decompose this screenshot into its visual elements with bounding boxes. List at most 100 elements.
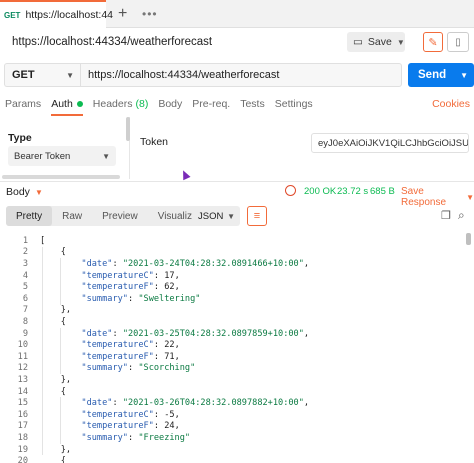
headers-count: (8) [135,98,149,110]
tab-tests[interactable]: Tests [235,93,270,115]
type-label: Type [8,132,32,144]
code-text: "temperatureF": 24, [40,421,179,432]
code-scrollbar[interactable] [466,233,471,245]
code-line: 12 "summary": "Scorching" [0,363,466,375]
json-colon: : [153,270,165,281]
document-icon[interactable]: ▯ [447,32,469,52]
line-number: 1 [22,235,28,246]
save-button[interactable]: ▭ Save ▼ [347,32,405,52]
line-number: 14 [17,386,28,397]
tab-auth[interactable]: Auth [46,93,88,116]
auth-type-value: Bearer Token [14,150,71,162]
panel-divider[interactable] [0,181,474,182]
chevron-down-icon[interactable]: ▼ [397,38,405,47]
auth-panel-hscrollbar[interactable] [2,175,120,179]
response-body-select[interactable]: Body ▼ [6,186,43,198]
line-number: 20 [17,456,28,463]
url-value: https://localhost:44334/weatherforecast [88,69,280,81]
chevron-down-icon: ▼ [102,151,110,161]
code-line: 3 "date": "2021-03-24T04:28:32.0891466+1… [0,258,466,270]
json-punctuation: }, [40,305,72,316]
code-text: "summary": "Sweltering" [40,294,200,304]
tab-headers[interactable]: Headers (8) [88,93,154,115]
code-line: 19 }, [0,444,466,456]
copy-icon[interactable]: ❐ [441,209,453,222]
json-colon: : [112,328,123,339]
code-text: [ [40,236,45,246]
chevron-down-icon: ▼ [466,192,474,202]
chevron-down-icon[interactable]: ▼ [460,71,468,80]
token-value: eyJ0eXAiOiJKV1QiLCJhbGciOiJSUzI1N [318,137,469,149]
code-text: { [40,387,66,397]
url-input[interactable]: https://localhost:44334/weatherforecast [80,63,402,87]
line-number: 2 [22,247,28,258]
line-number: 16 [17,409,28,420]
auth-type-select[interactable]: Bearer Token ▼ [8,146,116,166]
json-comma: , [174,340,180,351]
line-number: 11 [17,351,28,362]
line-number: 9 [22,328,28,339]
line-number: 8 [22,316,28,327]
globe-icon[interactable] [285,185,296,196]
response-code-viewer[interactable]: 1[2 {3 "date": "2021-03-24T04:28:32.0891… [0,233,466,463]
token-input[interactable]: eyJ0eXAiOiJKV1QiLCJhbGciOiJSUzI1N [311,133,469,153]
json-key: "temperatureF" [81,421,154,432]
json-value: 22 [164,340,175,351]
view-tab-preview[interactable]: Preview [92,206,148,226]
code-line: 11 "temperatureF": 71, [0,351,466,363]
json-comma: , [303,258,310,269]
save-icon: ▭ [353,36,363,48]
send-button[interactable]: Send ▼ [408,63,474,87]
line-number: 10 [17,340,28,351]
request-tab[interactable]: GET https://localhost:44 [0,0,113,28]
json-value: -5 [164,409,175,420]
code-line: 15 "date": "2021-03-26T04:28:32.0897882+… [0,397,466,409]
view-tab-raw[interactable]: Raw [52,206,92,226]
code-text: "temperatureC": -5, [40,409,179,420]
wrap-lines-icon[interactable]: ≡ [247,206,267,226]
json-value: "Sweltering" [138,293,201,304]
json-punctuation: [ [40,235,46,246]
tab-title: https://localhost:44 [25,9,114,21]
json-colon: : [153,409,165,420]
code-line: 20 { [0,455,466,463]
json-colon: : [112,398,123,409]
tab-settings[interactable]: Settings [270,93,318,115]
code-text: "temperatureF": 71, [40,351,179,362]
code-line: 2 { [0,247,466,259]
chevron-down-icon: ▼ [34,187,43,197]
auth-panel-scrollbar[interactable] [126,117,130,141]
format-value: JSON [198,210,224,222]
request-title: https://localhost:44334/weatherforecast [12,36,213,48]
json-punctuation: { [40,247,66,258]
new-tab-icon[interactable]: + [118,5,127,23]
more-tabs-icon[interactable]: ••• [142,7,158,21]
search-icon[interactable]: ⌕ [458,208,465,223]
view-tab-pretty[interactable]: Pretty [6,206,53,226]
edit-icon[interactable]: ✎ [423,32,443,52]
code-text: }, [40,305,71,315]
response-time: 23.72 s [337,186,369,197]
save-label: Save [367,36,392,48]
code-line: 18 "summary": "Freezing" [0,432,466,444]
json-value: 71 [164,351,175,362]
json-key: "date" [81,328,113,339]
code-line: 6 "summary": "Sweltering" [0,293,466,305]
tab-body[interactable]: Body [153,93,187,115]
response-view-tabs: Pretty Raw Preview Visualize [6,206,208,226]
json-punctuation: { [40,386,66,397]
format-select[interactable]: JSON ▼ [192,206,240,226]
method-select[interactable]: GET ▼ [4,63,80,87]
tab-params[interactable]: Params [0,93,46,115]
chevron-down-icon: ▼ [66,70,74,80]
save-response-button[interactable]: Save Response ▼ [401,186,474,208]
cookies-link[interactable]: Cookies [432,98,470,110]
tab-prereq[interactable]: Pre-req. [187,93,235,115]
json-colon: : [153,421,165,432]
code-line: 1[ [0,235,466,247]
json-key: "summary" [81,293,128,304]
chevron-down-icon: ▼ [227,211,235,221]
